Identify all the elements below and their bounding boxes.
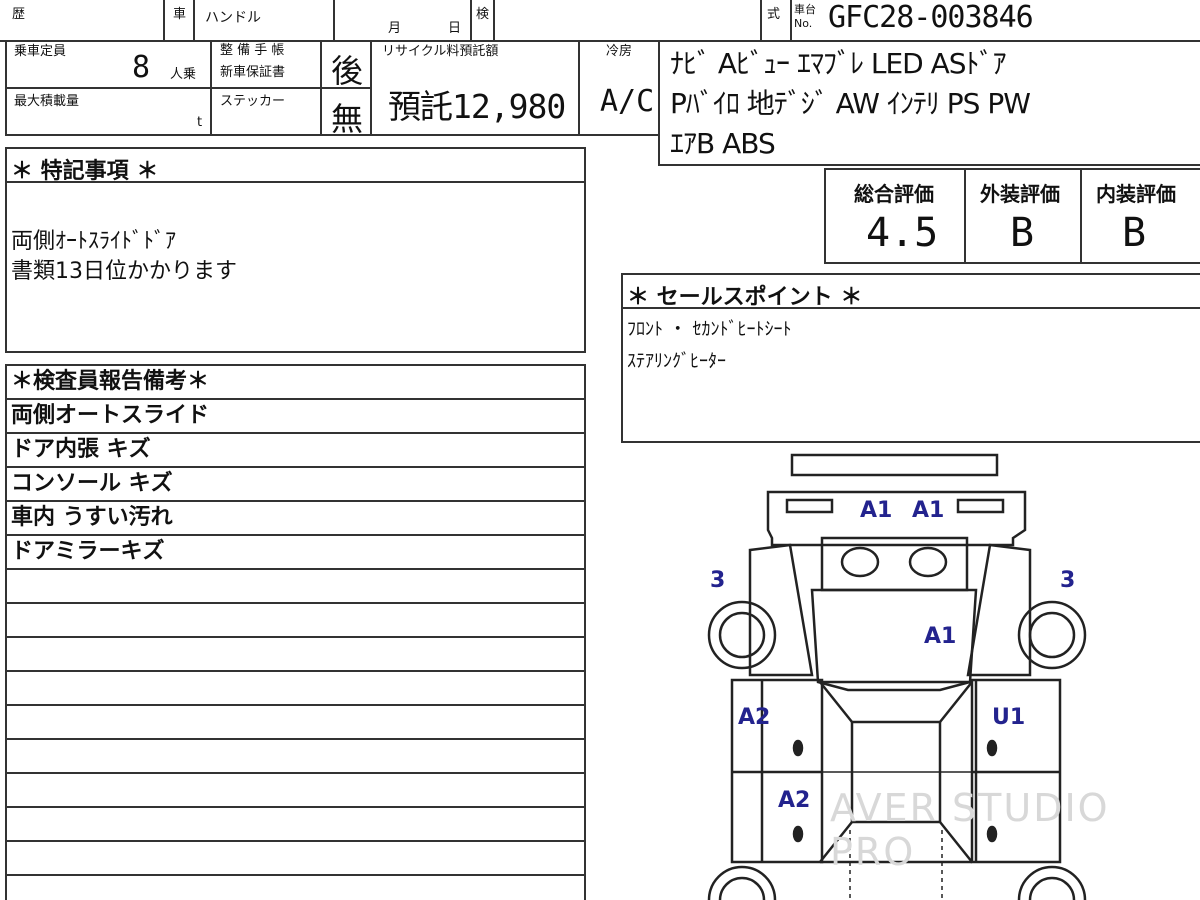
- overall-grade-label: 総合評価: [854, 182, 934, 206]
- mirror-right-oval: [908, 546, 948, 578]
- inspector-line-4: 車内 うすい汚れ: [11, 505, 173, 530]
- chassis-number: GFC28-003846: [828, 0, 1034, 35]
- inspector-report: ＊検査員報告備考＊ 両側オートスライド ドア内張 キズ コンソール キズ 車内 …: [0, 0, 600, 900]
- headlight-right: [956, 498, 1005, 514]
- handle-lr: [792, 825, 804, 843]
- grades-box: 総合評価 4.5 外装評価 B 内装評価 B: [824, 168, 1200, 264]
- chassis-label-top: 車台: [794, 3, 816, 16]
- handle-lf: [792, 739, 804, 757]
- mark-hood-left: A1: [860, 498, 893, 523]
- ac-label: 冷房: [606, 44, 633, 59]
- model-type-label: 式: [767, 7, 781, 22]
- inspector-line-5: ドアミラーキズ: [11, 539, 165, 564]
- equipment-box: ﾅﾋﾞ Aﾋﾞｭｰ ｴﾏﾌﾞﾚ LED ASﾄﾞｱ Pﾊﾞｲﾛ 地ﾃﾞｼﾞ AW…: [658, 40, 1200, 166]
- right-fender: [966, 543, 1032, 677]
- sales-point-line-2: ｽﾃｱﾘﾝｸﾞﾋｰﾀｰ: [627, 351, 726, 372]
- mark-left-front-door: A2: [738, 705, 771, 730]
- rear-left-wheel: [707, 865, 777, 900]
- exterior-grade-label: 外装評価: [980, 182, 1060, 206]
- left-fender: [748, 543, 814, 677]
- sales-points-title: ＊ セールスポイント ＊: [627, 285, 863, 310]
- interior-grade-value: B: [1122, 210, 1147, 256]
- mark-hood-right: A1: [912, 498, 945, 523]
- mark-left-rear-door: A2: [778, 788, 811, 813]
- equipment-line-2: Pﾊﾞｲﾛ 地ﾃﾞｼﾞ AW ｲﾝﾃﾘ PS PW: [670, 87, 1031, 120]
- mark-front-right-corner: 3: [1060, 568, 1076, 593]
- inspector-line-1: 両側オートスライド: [11, 403, 210, 428]
- inspector-line-3: コンソール キズ: [11, 471, 173, 496]
- ac-value: A/C: [600, 84, 655, 119]
- sales-point-line-1: ﾌﾛﾝﾄ ・ ｾｶﾝﾄﾞﾋｰﾄｼｰﾄ: [627, 319, 792, 340]
- equipment-line-3: ｴｱB ABS: [670, 127, 776, 160]
- exterior-grade-value: B: [1010, 210, 1035, 256]
- mirror-left-oval: [840, 546, 880, 578]
- interior-grade-label: 内装評価: [1096, 182, 1176, 206]
- mark-front-left-corner: 3: [710, 568, 726, 593]
- inspector-title: ＊検査員報告備考＊: [11, 369, 210, 394]
- sales-points-box: ＊ セールスポイント ＊ ﾌﾛﾝﾄ ・ ｾｶﾝﾄﾞﾋｰﾄｼｰﾄ ｽﾃｱﾘﾝｸﾞﾋ…: [621, 273, 1200, 443]
- mark-right-front-door: U1: [992, 705, 1026, 730]
- handle-rf: [986, 739, 998, 757]
- equipment-line-1: ﾅﾋﾞ Aﾋﾞｭｰ ｴﾏﾌﾞﾚ LED ASﾄﾞｱ: [670, 47, 1007, 80]
- headlight-left: [785, 498, 834, 514]
- inspector-line-2: ドア内張 キズ: [11, 437, 151, 462]
- chassis-label-bottom: No.: [794, 17, 813, 30]
- overall-grade-value: 4.5: [866, 210, 939, 256]
- mark-roof-right: A1: [924, 624, 957, 649]
- front-bumper: [790, 453, 999, 477]
- watermark: AVER STUDIO PRO: [830, 786, 1110, 874]
